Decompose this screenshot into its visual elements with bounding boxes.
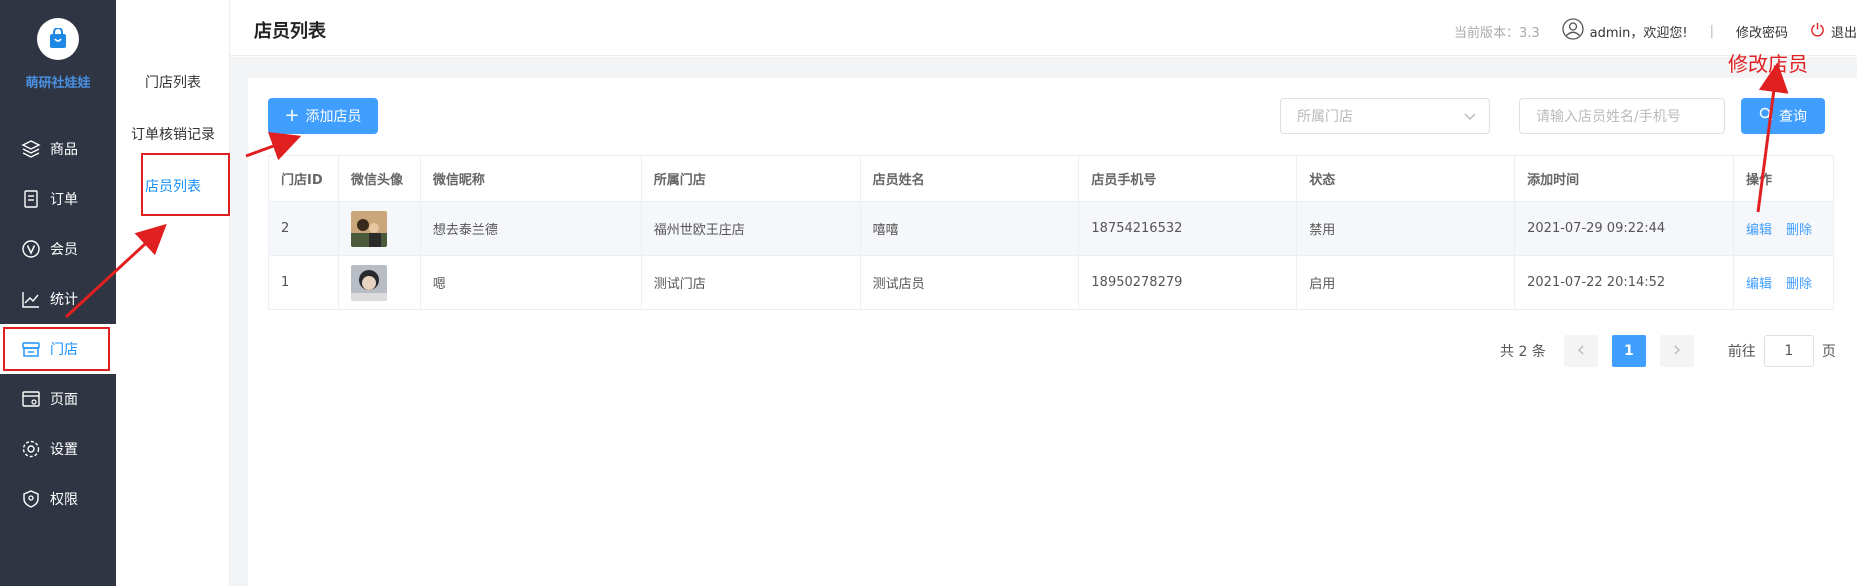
annotation-arrow	[245, 132, 302, 161]
annotation-arrows	[64, 62, 1789, 319]
annotation-arrow	[1756, 62, 1789, 213]
annotation-arrow	[64, 223, 167, 319]
